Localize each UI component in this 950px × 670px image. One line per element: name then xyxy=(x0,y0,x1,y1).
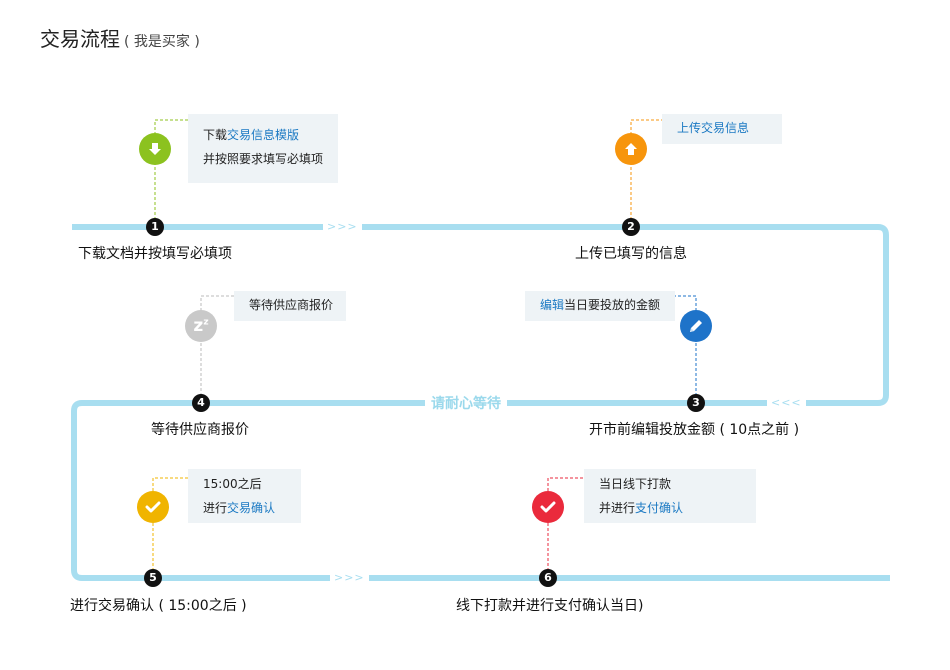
step-1-label: 下载文档并按填写必填项 xyxy=(78,246,232,262)
edit-link[interactable]: 编辑 xyxy=(540,298,564,312)
step-3-box: 编辑当日要投放的金额 xyxy=(525,291,675,321)
step-1-box-line2: 并按照要求填写必填项 xyxy=(203,152,324,166)
step-3-box-suffix: 当日要投放的金额 xyxy=(564,298,661,312)
step-3-label: 开市前编辑投放金额 ( 10点之前 ) xyxy=(589,422,800,438)
track-arrow-backward: <<< xyxy=(767,396,806,409)
step-3-number: 3 xyxy=(687,394,705,412)
step-5-box: 15:00之后 进行交易确认 xyxy=(188,469,301,523)
step-6-box-prefix: 并进行 xyxy=(599,501,636,515)
step-4-label: 等待供应商报价 xyxy=(151,422,249,438)
step-4-box: 等待供应商报价 xyxy=(234,291,346,321)
step-2-number: 2 xyxy=(622,218,640,236)
track-arrow-forward-1: >>> xyxy=(323,220,362,233)
payment-confirm-link[interactable]: 支付确认 xyxy=(635,501,683,515)
step-1-box: 下载交易信息模版 并按照要求填写必填项 xyxy=(188,114,338,183)
step-1-box-prefix: 下载 xyxy=(203,128,228,142)
flow-track xyxy=(71,119,890,581)
step-6-number: 6 xyxy=(539,569,557,587)
upload-link[interactable]: 上传交易信息 xyxy=(677,121,749,135)
step-6-box-line1: 当日线下打款 xyxy=(599,477,672,491)
upload-icon xyxy=(615,133,647,165)
sleep-icon: zz xyxy=(185,310,217,342)
wait-label: 请耐心等待 xyxy=(425,393,507,413)
trade-confirm-link[interactable]: 交易确认 xyxy=(227,501,275,515)
step-6-label: 线下打款并进行支付确认当日) xyxy=(456,598,644,614)
step-5-label: 进行交易确认 ( 15:00之后 ) xyxy=(70,598,247,614)
step-6-box: 当日线下打款 并进行支付确认 xyxy=(584,469,756,523)
step-5-box-line1: 15:00之后 xyxy=(203,477,262,491)
step-1-number: 1 xyxy=(146,218,164,236)
step-4-box-text: 等待供应商报价 xyxy=(249,298,334,312)
step-2-label: 上传已填写的信息 xyxy=(575,246,687,262)
download-icon xyxy=(139,133,171,165)
template-link[interactable]: 交易信息模版 xyxy=(227,128,299,142)
step-5-number: 5 xyxy=(144,569,162,587)
check-icon xyxy=(137,491,169,523)
step-5-box-prefix: 进行 xyxy=(203,501,228,515)
check-icon xyxy=(532,491,564,523)
track-arrow-forward-2: >>> xyxy=(330,571,369,584)
step-4-number: 4 xyxy=(192,394,210,412)
step-2-box: 上传交易信息 xyxy=(662,114,782,144)
pencil-icon xyxy=(680,310,712,342)
